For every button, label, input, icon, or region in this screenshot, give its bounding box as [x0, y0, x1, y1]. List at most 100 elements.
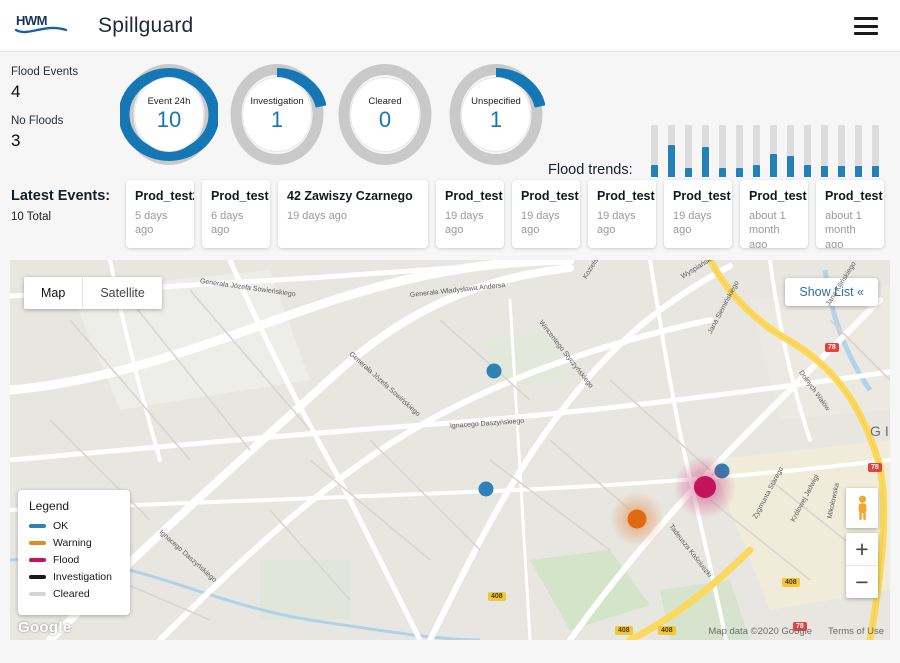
event-card[interactable]: Prod_test 19 days ago — [664, 180, 732, 248]
legend-item: Cleared — [29, 588, 120, 600]
event-card-time: 19 days ago — [673, 210, 712, 237]
legend-item: Flood — [29, 554, 120, 566]
donut-title: Cleared — [368, 95, 402, 107]
zoom-out-button[interactable]: − — [846, 566, 878, 598]
event-card-name: Prod_test — [211, 189, 269, 203]
stat-donut-unspecified[interactable]: Unspecified 1 — [447, 62, 545, 167]
no-floods-label: No Floods — [11, 115, 64, 127]
flood-events-label: Flood Events — [11, 66, 79, 78]
stats-strip: Flood Events 4 No Floods 3 Event 24h 10 … — [0, 52, 900, 215]
zoom-in-button[interactable]: + — [846, 533, 878, 565]
donut-value: 10 — [156, 107, 182, 133]
event-card-time: 6 days ago — [211, 210, 244, 237]
flood-trends-label: Flood trends: — [548, 162, 633, 178]
map-zoom-controls[interactable]: + − — [846, 533, 878, 598]
legend-label: Investigation — [53, 571, 112, 583]
stat-donut-investigation[interactable]: Investigation 1 — [228, 62, 326, 167]
event-card-name: Prod_test — [673, 189, 731, 203]
event-card[interactable]: Prod_test 19 days ago — [512, 180, 580, 248]
latest-events-total: 10 Total — [11, 211, 52, 223]
map-tiles — [10, 260, 890, 640]
event-card-time: 19 days ago — [597, 210, 636, 237]
legend-item: Warning — [29, 537, 120, 549]
map-data-attribution: Map data ©2020 Google — [708, 626, 813, 637]
legend-label: Cleared — [53, 588, 90, 600]
event-card[interactable]: Prod_test 19 days ago — [588, 180, 656, 248]
route-shield-408: 408 — [782, 578, 800, 587]
flood-events-value: 4 — [11, 82, 21, 101]
map-marker-ok[interactable] — [486, 363, 502, 379]
map-attribution: Map data ©2020 Google Terms of Use — [708, 626, 884, 637]
legend-swatch — [29, 592, 46, 596]
donut-center: Unspecified 1 — [461, 77, 531, 152]
donut-title: Event 24h — [147, 95, 191, 107]
legend-swatch — [29, 558, 46, 562]
event-card-time: 19 days ago — [521, 210, 560, 237]
app-title: Spillguard — [98, 13, 194, 37]
marker-dot — [627, 509, 647, 529]
marker-dot — [486, 363, 502, 379]
map-type-satellite-button[interactable]: Satellite — [83, 277, 161, 309]
event-card-list: Prod_test2 5 days ago Prod_test 6 days ago 4… — [126, 180, 884, 248]
city-label: GI — [870, 423, 889, 439]
legend-title: Legend — [29, 499, 70, 513]
event-card-name: 42 Zawiszy Czarnego — [287, 189, 413, 203]
event-card[interactable]: Prod_test2 5 days ago — [126, 180, 194, 248]
route-shield-408: 408 — [658, 626, 676, 635]
event-card-time: 19 days ago — [445, 210, 484, 237]
hwm-logo-icon: HWM — [14, 11, 72, 41]
event-card-name: Prod_test — [521, 189, 579, 203]
no-floods-value: 3 — [11, 131, 21, 150]
legend-label: Flood — [53, 554, 80, 566]
legend-swatch — [29, 575, 46, 579]
event-card[interactable]: 42 Zawiszy Czarnego 19 days ago — [278, 180, 428, 248]
donut-center: Investigation 1 — [242, 77, 312, 152]
legend-label: OK — [53, 520, 69, 532]
donut-center: Cleared 0 — [350, 77, 420, 152]
hamburger-bar — [854, 32, 878, 35]
stat-donut-event-24h[interactable]: Event 24h 10 — [120, 62, 218, 167]
event-card-time: about 1 month ago — [749, 210, 786, 248]
map-type-toggle[interactable]: Map Satellite — [24, 277, 162, 309]
map-marker-warning[interactable] — [610, 492, 664, 546]
stat-donut-cleared[interactable]: Cleared 0 — [336, 62, 434, 167]
event-card[interactable]: Prod_testabout 1 month ago — [816, 180, 884, 248]
svg-text:HWM: HWM — [16, 13, 47, 28]
route-shield-408: 408 — [488, 592, 506, 601]
map-panel[interactable]: Map Satellite Show List « Generała Józef… — [10, 260, 890, 640]
marker-dot — [478, 481, 494, 497]
donut-title: Unspecified — [471, 95, 521, 107]
latest-events-title: Latest Events: — [11, 188, 111, 204]
dashboard-page: HWM Spillguard Flood Events 4 No Floods … — [0, 0, 900, 663]
map-type-map-button[interactable]: Map — [24, 277, 82, 309]
event-card-name: Prod_test2 — [135, 189, 194, 203]
map-marker-flood[interactable] — [674, 456, 736, 518]
event-card-name: Prod_test — [445, 189, 503, 203]
legend-rows: OK Warning Flood Investigation Cleared — [29, 520, 120, 600]
donut-value: 0 — [378, 107, 392, 133]
event-card[interactable]: Prod_test 19 days ago — [436, 180, 504, 248]
event-card[interactable]: Prod_testabout 1 month ago — [740, 180, 808, 248]
legend-swatch — [29, 524, 46, 528]
event-card-time: 5 days ago — [135, 210, 168, 237]
event-card-name: Prod_test — [749, 189, 807, 203]
donut-center: Event 24h 10 — [134, 77, 204, 152]
hamburger-bar — [854, 24, 878, 28]
google-watermark: Google — [18, 619, 72, 636]
event-card-name: Prod_test — [825, 189, 883, 203]
route-shield-78: 78 — [825, 343, 839, 352]
terms-of-use-link[interactable]: Terms of Use — [828, 626, 884, 637]
event-card-time: about 1 month ago — [825, 210, 862, 248]
event-card[interactable]: Prod_test 6 days ago — [202, 180, 270, 248]
event-card-name: Prod_test — [597, 189, 655, 203]
hamburger-menu-icon[interactable] — [854, 17, 878, 35]
hamburger-bar — [854, 17, 878, 20]
street-view-pegman-icon[interactable] — [846, 488, 878, 528]
route-shield-78: 78 — [868, 463, 882, 472]
legend-item: Investigation — [29, 571, 120, 583]
map-marker-ok[interactable] — [478, 481, 494, 497]
route-shield-408: 408 — [615, 626, 633, 635]
app-header: HWM Spillguard — [0, 0, 900, 52]
legend-item: OK — [29, 520, 120, 532]
donut-value: 1 — [270, 107, 284, 133]
